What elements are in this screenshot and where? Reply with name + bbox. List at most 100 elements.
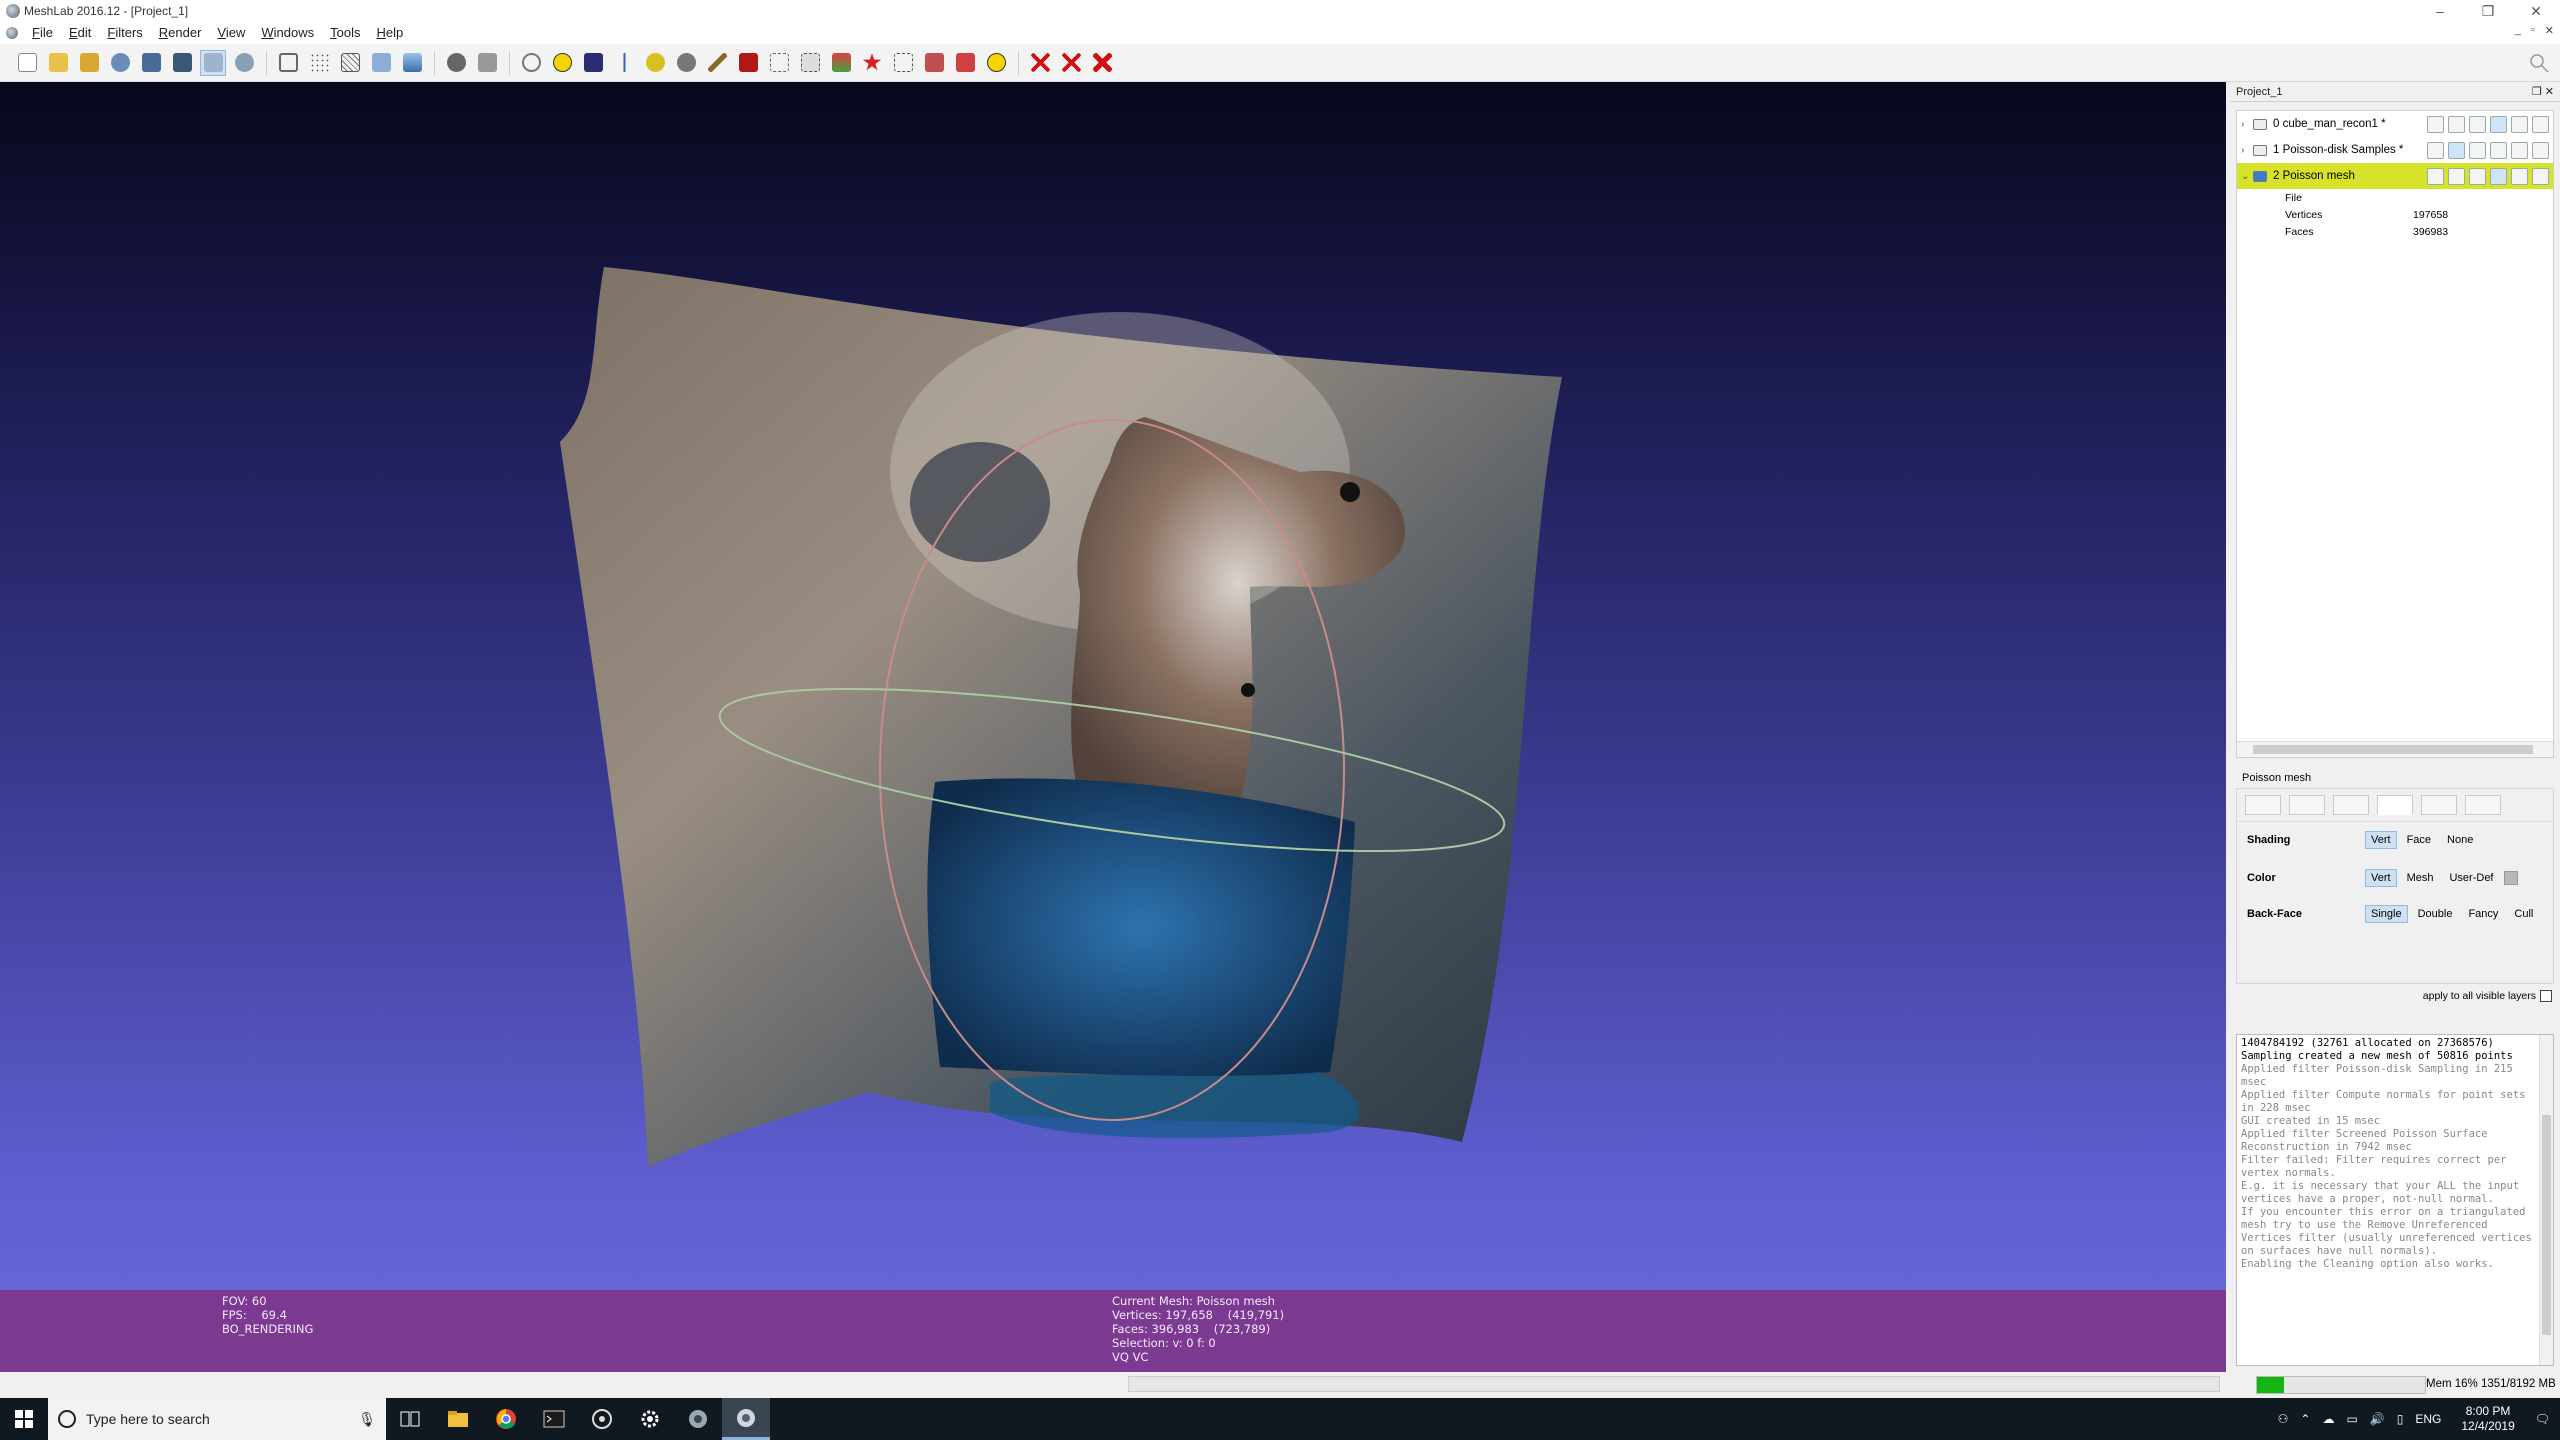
layer-row[interactable]: › 1 Poisson-disk Samples * xyxy=(2237,137,2553,163)
smooth-icon[interactable] xyxy=(2490,141,2507,159)
bbox-icon[interactable] xyxy=(2427,115,2444,133)
color-icon[interactable] xyxy=(2511,115,2528,133)
delete-faces-icon[interactable] xyxy=(1027,50,1053,76)
user-color-swatch[interactable] xyxy=(2503,871,2518,885)
color-mesh-button[interactable]: Mesh xyxy=(2401,869,2440,887)
flat-render-icon[interactable] xyxy=(368,50,394,76)
color-vert-button[interactable]: Vert xyxy=(2365,869,2397,887)
annotation-icon[interactable] xyxy=(549,50,575,76)
log-scrollbar[interactable] xyxy=(2539,1035,2553,1365)
points-icon[interactable] xyxy=(2448,141,2465,159)
visibility-icon[interactable] xyxy=(2253,170,2267,182)
points-icon[interactable] xyxy=(2448,115,2465,133)
mdi-close-button[interactable]: ✕ xyxy=(2545,24,2554,37)
menu-render[interactable]: Render xyxy=(151,22,210,44)
expand-arrow-icon[interactable]: › xyxy=(2241,119,2253,130)
render-viewport[interactable]: FOV: 60 FPS: 69.4 BO_RENDERING Current M… xyxy=(0,82,2226,1372)
wireframe-render-icon[interactable] xyxy=(337,50,363,76)
shading-vert-button[interactable]: Vert xyxy=(2365,831,2397,849)
align-icon[interactable] xyxy=(611,50,637,76)
language-indicator[interactable]: ENG xyxy=(2415,1412,2441,1426)
raster-edit-icon[interactable] xyxy=(735,50,761,76)
texture-icon[interactable] xyxy=(2532,115,2549,133)
mdi-window-icon[interactable] xyxy=(6,27,18,39)
shading-face-button[interactable]: Face xyxy=(2401,831,2437,849)
onedrive-icon[interactable]: ☁ xyxy=(2322,1412,2334,1426)
layer-row-selected[interactable]: ⌄ 2 Poisson mesh xyxy=(2237,163,2553,189)
start-button[interactable] xyxy=(0,1398,48,1440)
trackball-icon[interactable] xyxy=(518,50,544,76)
color-icon[interactable] xyxy=(2511,167,2528,185)
smooth-render-icon[interactable] xyxy=(399,50,425,76)
tree-horizontal-scrollbar[interactable] xyxy=(2237,741,2553,757)
menu-filters[interactable]: Filters xyxy=(99,22,150,44)
color-userdef-button[interactable]: User-Def xyxy=(2443,869,2499,887)
battery-icon[interactable]: ▯ xyxy=(2397,1412,2404,1426)
tab-bbox-icon[interactable] xyxy=(2245,795,2281,815)
points-icon[interactable] xyxy=(2448,167,2465,185)
volume-icon[interactable]: 🔊 xyxy=(2370,1412,2385,1426)
select-vertex-icon[interactable] xyxy=(673,50,699,76)
info-icon[interactable] xyxy=(983,50,1009,76)
meshlab-alt-icon[interactable] xyxy=(674,1398,722,1440)
open-project-icon[interactable] xyxy=(45,50,71,76)
select-faces-icon[interactable] xyxy=(890,50,916,76)
raster-icon[interactable] xyxy=(231,50,257,76)
bbox-icon[interactable] xyxy=(2427,167,2444,185)
paint-icon[interactable] xyxy=(704,50,730,76)
expand-arrow-icon[interactable]: › xyxy=(2241,145,2253,156)
layer-row[interactable]: › 0 cube_man_recon1 * xyxy=(2237,111,2553,137)
collapse-arrow-icon[interactable]: ⌄ xyxy=(2241,171,2253,182)
task-view-icon[interactable] xyxy=(386,1398,434,1440)
minimize-button[interactable]: – xyxy=(2416,0,2464,22)
menu-file[interactable]: File xyxy=(24,22,61,44)
apply-all-option[interactable]: apply to all visible layers xyxy=(2423,990,2552,1002)
manipulator-icon[interactable] xyxy=(797,50,823,76)
bbox-icon[interactable] xyxy=(2427,141,2444,159)
network-icon[interactable]: ▭ xyxy=(2346,1412,2357,1426)
snapshot-icon[interactable] xyxy=(169,50,195,76)
apply-all-checkbox[interactable] xyxy=(2540,990,2552,1002)
backface-double-button[interactable]: Double xyxy=(2412,905,2459,923)
scrollbar-thumb[interactable] xyxy=(2253,745,2533,754)
taskbar-search[interactable]: Type here to search 🎙 xyxy=(48,1398,386,1440)
menu-tools[interactable]: Tools xyxy=(322,22,368,44)
tab-texture-icon[interactable] xyxy=(2465,795,2501,815)
menu-windows[interactable]: Windows xyxy=(253,22,322,44)
select-connected-icon[interactable] xyxy=(859,50,885,76)
action-center-icon[interactable]: 🗨 xyxy=(2535,1412,2550,1426)
bbox-render-icon[interactable] xyxy=(275,50,301,76)
show-hidden-icons[interactable]: ⌃ xyxy=(2300,1412,2310,1426)
pick-points-icon[interactable] xyxy=(642,50,668,76)
wire-icon[interactable] xyxy=(2469,141,2486,159)
menu-help[interactable]: Help xyxy=(368,22,411,44)
light-icon[interactable] xyxy=(474,50,500,76)
menu-edit[interactable]: Edit xyxy=(61,22,99,44)
tab-wire-icon[interactable] xyxy=(2333,795,2369,815)
search-icon[interactable] xyxy=(2528,52,2550,74)
split-icon[interactable] xyxy=(952,50,978,76)
save-mesh-icon[interactable] xyxy=(138,50,164,76)
menu-view[interactable]: View xyxy=(209,22,253,44)
close-button[interactable]: ✕ xyxy=(2512,0,2560,22)
microphone-icon[interactable]: 🎙 xyxy=(358,1411,376,1428)
blender-icon[interactable] xyxy=(578,1398,626,1440)
chrome-icon[interactable] xyxy=(482,1398,530,1440)
people-icon[interactable]: ⚇ xyxy=(2278,1412,2289,1426)
wire-icon[interactable] xyxy=(2469,167,2486,185)
backface-cull-button[interactable]: Cull xyxy=(2508,905,2539,923)
reload-icon[interactable] xyxy=(107,50,133,76)
new-project-icon[interactable] xyxy=(14,50,40,76)
measure-icon[interactable] xyxy=(580,50,606,76)
tab-color-icon[interactable] xyxy=(2421,795,2457,815)
tab-fill-icon[interactable] xyxy=(2377,795,2413,815)
fill-hole-icon[interactable] xyxy=(921,50,947,76)
delete-vertices-icon[interactable] xyxy=(1058,50,1084,76)
points-render-icon[interactable] xyxy=(306,50,332,76)
dock-controls[interactable]: ❐ ✕ xyxy=(2532,85,2554,98)
layers-icon[interactable] xyxy=(200,49,226,76)
delete-selected-icon[interactable] xyxy=(1089,50,1115,76)
z-painting-icon[interactable] xyxy=(766,50,792,76)
terminal-icon[interactable] xyxy=(530,1398,578,1440)
color-icon[interactable] xyxy=(2511,141,2528,159)
